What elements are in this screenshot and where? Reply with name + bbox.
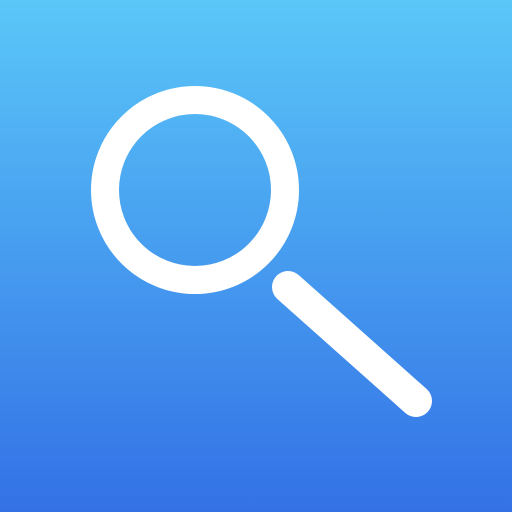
search-app-icon[interactable]: [0, 0, 512, 512]
search-icon: [0, 0, 512, 512]
